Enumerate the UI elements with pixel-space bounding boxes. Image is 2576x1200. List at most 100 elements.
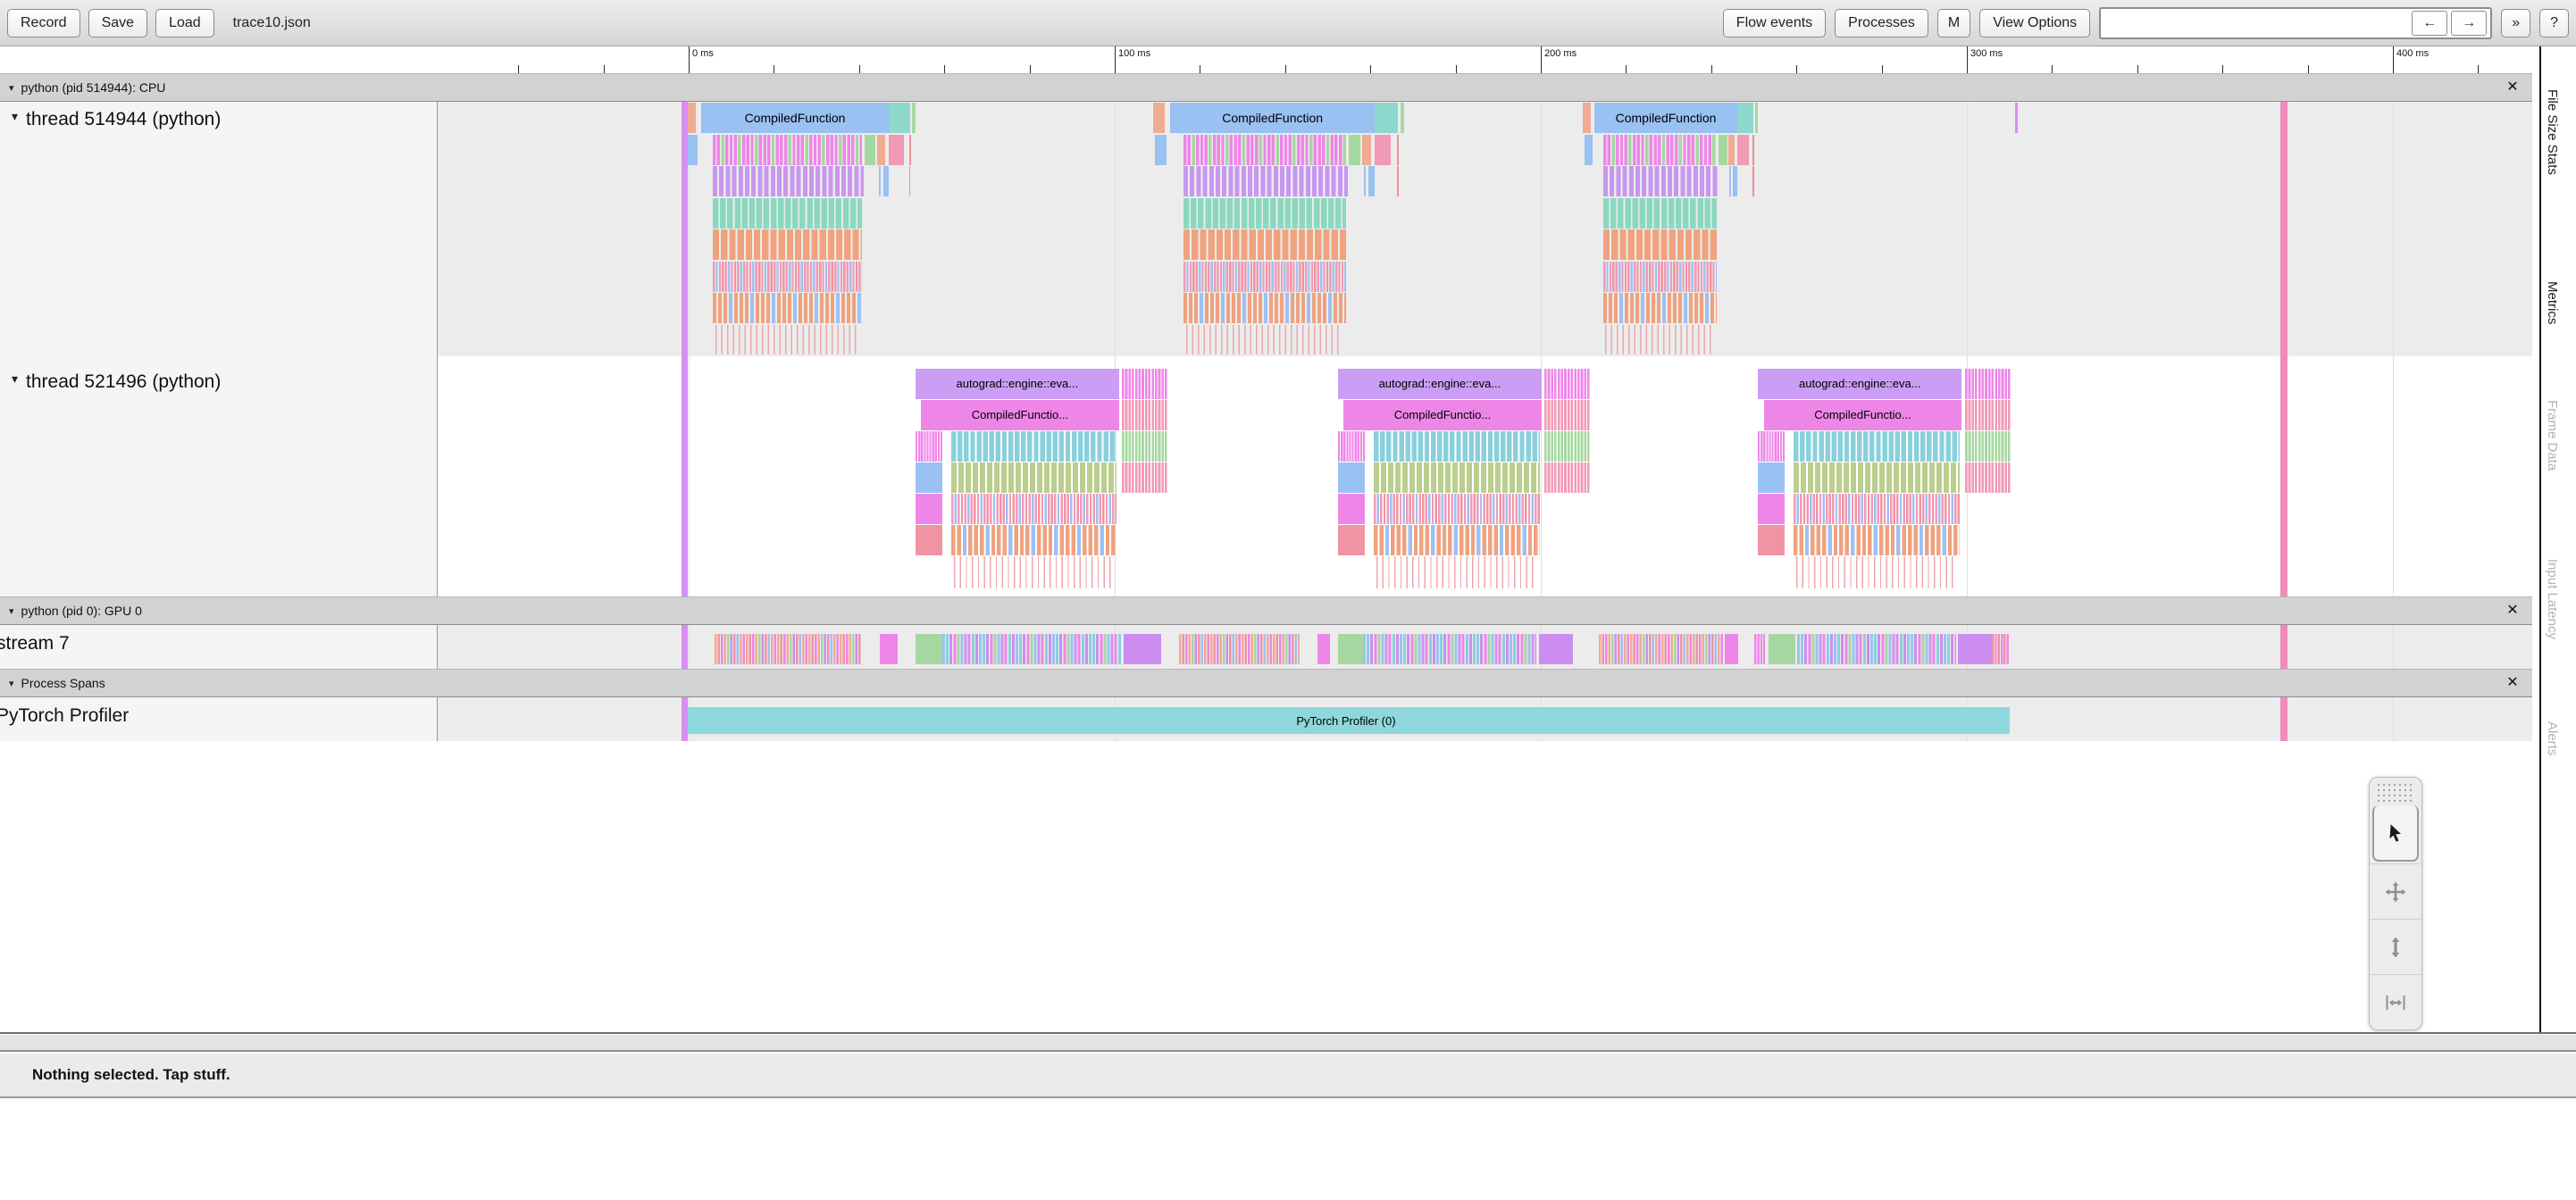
trace-event[interactable]: [1368, 166, 1376, 196]
metadata-button[interactable]: M: [1936, 8, 1971, 38]
trace-event[interactable]: [915, 462, 942, 493]
trace-event[interactable]: [1964, 431, 2011, 462]
trace-event[interactable]: [889, 134, 904, 165]
more-tools-button[interactable]: »: [2501, 8, 2531, 38]
trace-event[interactable]: [1122, 400, 1169, 430]
trace-event[interactable]: [1337, 494, 1365, 524]
process-header-cpu[interactable]: ▾ python (pid 514944): CPU ✕: [0, 73, 2532, 102]
trace-event[interactable]: [908, 134, 911, 165]
trace-event[interactable]: [681, 356, 689, 596]
trace-event[interactable]: [1337, 634, 1363, 664]
track-label-thread-514944[interactable]: ▾ thread 514944 (python): [0, 102, 438, 356]
tab-metrics[interactable]: Metrics: [2545, 281, 2560, 324]
trace-event[interactable]: [1122, 462, 1169, 493]
process-header-spans[interactable]: ▾ Process Spans ✕: [0, 669, 2532, 697]
trace-event[interactable]: [953, 556, 1114, 588]
view-options-button[interactable]: View Options: [1979, 8, 2091, 38]
find-next-button[interactable]: →: [2451, 10, 2488, 36]
trace-event[interactable]: [1964, 462, 2011, 493]
trace-event[interactable]: [1183, 261, 1346, 292]
trace-event[interactable]: [1185, 324, 1342, 354]
trace-event[interactable]: [1583, 103, 1591, 133]
search-input[interactable]: [2101, 9, 2409, 37]
trace-event[interactable]: [1155, 134, 1167, 165]
trace-event[interactable]: [1544, 431, 1592, 462]
trace-event[interactable]: [1737, 103, 1753, 133]
trace-event[interactable]: [865, 134, 876, 165]
collapse-triangle-icon[interactable]: ▾: [9, 82, 14, 94]
trace-event[interactable]: [2279, 697, 2287, 741]
collapse-triangle-icon[interactable]: ▾: [12, 371, 18, 387]
trace-event[interactable]: [1544, 369, 1592, 399]
trace-event[interactable]: [1122, 431, 1169, 462]
trace-event[interactable]: [1544, 400, 1592, 430]
trace-event[interactable]: [2014, 103, 2018, 133]
process-header-gpu[interactable]: ▾ python (pid 0): GPU 0 ✕: [0, 596, 2532, 625]
time-ruler[interactable]: 0 ms 100 ms 200 ms 300 ms 400 ms: [0, 46, 2576, 73]
trace-event[interactable]: [1337, 525, 1365, 555]
load-button[interactable]: Load: [155, 8, 214, 38]
processes-button[interactable]: Processes: [1835, 8, 1928, 38]
trace-event[interactable]: [882, 166, 890, 196]
trace-event-labeled[interactable]: CompiledFunction: [700, 103, 890, 133]
trace-event[interactable]: [912, 103, 916, 133]
trace-event[interactable]: [1794, 494, 1960, 524]
trace-event[interactable]: [1752, 134, 1754, 165]
trace-event[interactable]: [1400, 103, 1405, 133]
trace-event[interactable]: [681, 102, 689, 356]
trace-event[interactable]: [878, 166, 882, 196]
trace-event[interactable]: [713, 197, 863, 229]
record-button[interactable]: Record: [7, 8, 80, 38]
trace-event[interactable]: [1732, 166, 1737, 196]
track-label-stream-7[interactable]: stream 7: [0, 625, 438, 669]
trace-event[interactable]: [1375, 103, 1398, 133]
trace-event[interactable]: [1758, 494, 1786, 524]
trace-event[interactable]: [1758, 525, 1786, 555]
trace-event[interactable]: [1337, 462, 1365, 493]
trace-event[interactable]: [713, 229, 863, 260]
trace-event[interactable]: [1584, 134, 1593, 165]
trace-event[interactable]: [889, 103, 910, 133]
trace-event[interactable]: [915, 634, 942, 664]
trace-event[interactable]: [1754, 634, 1766, 664]
trace-event[interactable]: [880, 634, 898, 664]
track-pytorch-profiler[interactable]: PyTorch Profiler (0) PyTorch Profiler: [0, 697, 2532, 741]
trace-event[interactable]: [915, 494, 942, 524]
trace-event[interactable]: [2279, 356, 2287, 596]
trace-event[interactable]: [1796, 634, 1957, 664]
trace-event[interactable]: [1992, 634, 2010, 664]
track-label-pytorch-profiler[interactable]: PyTorch Profiler: [0, 697, 438, 741]
trace-event[interactable]: [1769, 634, 1795, 664]
palette-drag-handle[interactable]: [2376, 782, 2415, 802]
trace-event[interactable]: [1375, 134, 1392, 165]
close-icon[interactable]: ✕: [2499, 74, 2526, 101]
trace-event[interactable]: [1796, 556, 1957, 588]
trace-event[interactable]: [1374, 494, 1540, 524]
close-icon[interactable]: ✕: [2499, 597, 2526, 624]
trace-event[interactable]: [1123, 634, 1161, 664]
trace-event[interactable]: [1794, 462, 1960, 493]
trace-event[interactable]: [1603, 134, 1718, 165]
trace-event[interactable]: [1153, 103, 1165, 133]
trace-event[interactable]: [1598, 634, 1725, 664]
trace-event-labeled[interactable]: autograd::engine::eva...: [1758, 369, 1962, 399]
trace-event[interactable]: [1603, 293, 1718, 323]
trace-event[interactable]: [2279, 102, 2287, 356]
flow-events-button[interactable]: Flow events: [1722, 8, 1827, 38]
trace-event[interactable]: [1374, 462, 1540, 493]
trace-event[interactable]: [1374, 525, 1540, 555]
trace-event[interactable]: [1794, 431, 1960, 462]
trace-event[interactable]: [915, 525, 942, 555]
trace-event[interactable]: [1544, 462, 1592, 493]
trace-event[interactable]: [1958, 634, 1993, 664]
selection-tool-button[interactable]: [2372, 805, 2419, 862]
trace-event[interactable]: [908, 166, 911, 196]
trace-event-labeled[interactable]: CompiledFunctio...: [1763, 400, 1962, 430]
trace-event[interactable]: [1183, 134, 1346, 165]
trace-event[interactable]: [950, 462, 1117, 493]
trace-event[interactable]: [1964, 369, 2011, 399]
trace-event[interactable]: [1758, 431, 1786, 462]
collapse-triangle-icon[interactable]: ▾: [12, 109, 18, 124]
trace-event[interactable]: [1719, 134, 1727, 165]
trace-event[interactable]: [1363, 166, 1367, 196]
